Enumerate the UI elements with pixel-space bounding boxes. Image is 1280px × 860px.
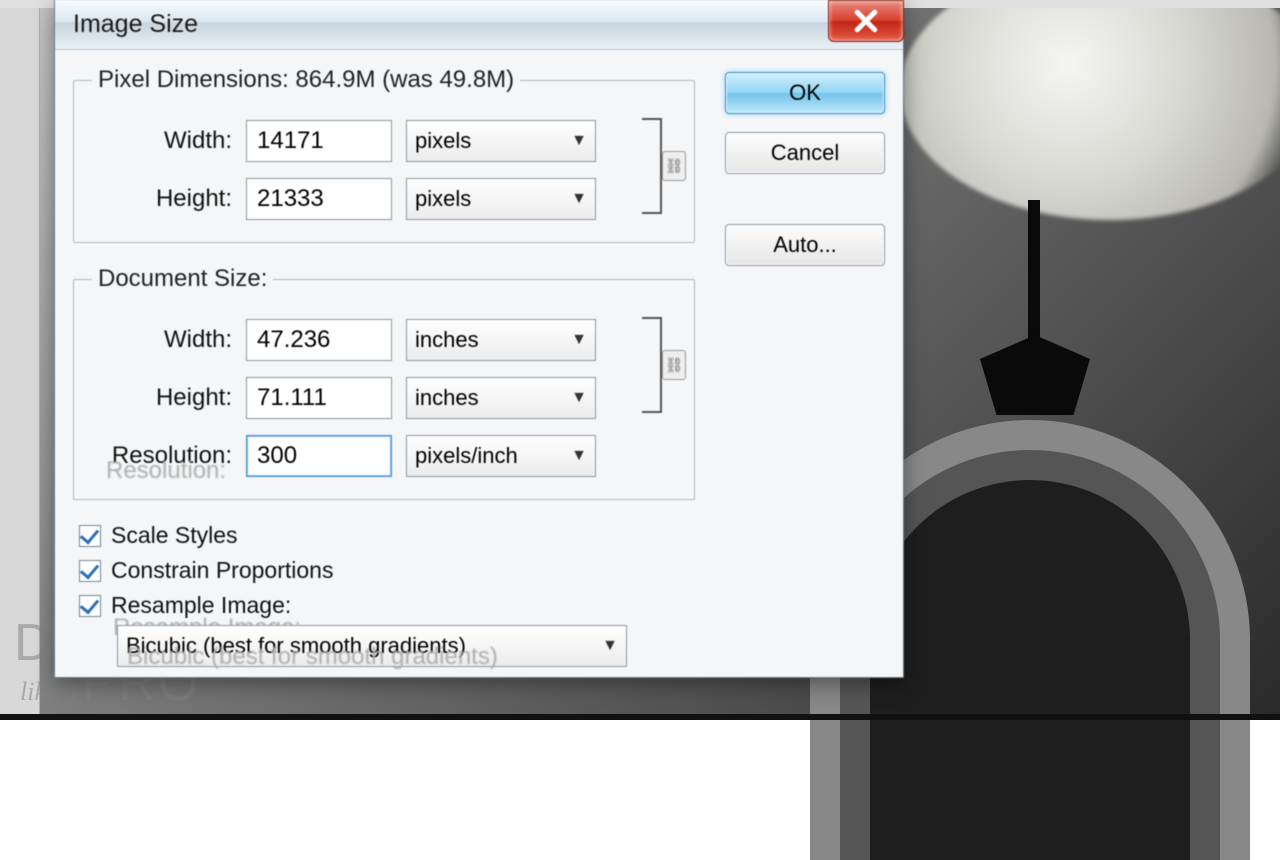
resample-row[interactable]: Resample Image: Resample Image: — [79, 592, 695, 619]
watermark-line2: like a — [20, 677, 77, 706]
doc-height-unit-select[interactable]: inches ▼ — [406, 377, 596, 419]
resample-label: Resample Image: — [111, 592, 291, 619]
link-icon[interactable]: ⛓ — [662, 151, 686, 181]
px-width-unit-value: pixels — [415, 128, 471, 154]
px-link-bracket: ⛓ — [636, 112, 676, 220]
app-left-edge — [0, 0, 40, 720]
video-bottom-bar — [0, 714, 1280, 720]
ok-button[interactable]: OK — [725, 72, 885, 114]
cancel-button[interactable]: Cancel — [725, 132, 885, 174]
px-width-label: Width: — [92, 127, 232, 155]
resolution-unit-select[interactable]: pixels/inch ▼ — [406, 435, 596, 477]
doc-link-bracket: ⛓ — [636, 311, 676, 419]
doc-height-unit-value: inches — [415, 385, 479, 411]
px-height-input[interactable] — [246, 178, 392, 220]
scale-styles-checkbox[interactable] — [79, 525, 101, 547]
chevron-down-icon: ▼ — [571, 132, 587, 150]
px-height-label: Height: — [92, 185, 232, 213]
bg-arch — [870, 480, 1190, 860]
doc-width-input[interactable] — [246, 319, 392, 361]
image-size-dialog: Image Size Pixel Dimensions: 864.9M (was… — [54, 0, 904, 678]
close-icon — [851, 6, 881, 36]
document-size-legend: Document Size: — [92, 265, 273, 293]
chevron-down-icon: ▼ — [571, 447, 587, 465]
resolution-unit-value: pixels/inch — [415, 443, 518, 469]
doc-width-label: Width: — [92, 326, 232, 354]
doc-height-label: Height: — [92, 384, 232, 412]
constrain-row[interactable]: Constrain Proportions — [79, 557, 695, 584]
chevron-down-icon: ▼ — [571, 331, 587, 349]
resample-method-select[interactable]: Bicubic (best for smooth gradients) ▼ — [117, 625, 627, 667]
chevron-down-icon: ▼ — [571, 389, 587, 407]
pixel-dimensions-legend: Pixel Dimensions: 864.9M (was 49.8M) — [92, 66, 520, 94]
bg-lantern-pole — [1028, 200, 1040, 350]
resolution-label: Resolution: — [92, 442, 232, 470]
cancel-button-label: Cancel — [771, 140, 839, 166]
scale-styles-label: Scale Styles — [111, 522, 238, 549]
chevron-down-icon: ▼ — [602, 637, 618, 655]
px-height-unit-select[interactable]: pixels ▼ — [406, 178, 596, 220]
resample-checkbox[interactable] — [79, 595, 101, 617]
ok-button-label: OK — [789, 80, 821, 106]
auto-button-label: Auto... — [773, 232, 837, 258]
link-icon[interactable]: ⛓ — [662, 350, 686, 380]
document-size-group: Document Size: Width: inches ▼ Heigh — [73, 265, 695, 500]
px-height-unit-value: pixels — [415, 186, 471, 212]
doc-width-unit-select[interactable]: inches ▼ — [406, 319, 596, 361]
dialog-title: Image Size — [73, 10, 198, 39]
titlebar[interactable]: Image Size — [55, 0, 903, 50]
px-width-unit-select[interactable]: pixels ▼ — [406, 120, 596, 162]
close-button[interactable] — [828, 0, 904, 42]
pixel-dimensions-group: Pixel Dimensions: 864.9M (was 49.8M) Wid… — [73, 66, 695, 243]
constrain-label: Constrain Proportions — [111, 557, 333, 584]
doc-height-input[interactable] — [246, 377, 392, 419]
resolution-input[interactable] — [246, 435, 392, 477]
constrain-checkbox[interactable] — [79, 560, 101, 582]
scale-styles-row[interactable]: Scale Styles — [79, 522, 695, 549]
px-width-input[interactable] — [246, 120, 392, 162]
auto-button[interactable]: Auto... — [725, 224, 885, 266]
doc-width-unit-value: inches — [415, 327, 479, 353]
resample-method-value: Bicubic (best for smooth gradients) — [126, 633, 466, 659]
chevron-down-icon: ▼ — [571, 190, 587, 208]
